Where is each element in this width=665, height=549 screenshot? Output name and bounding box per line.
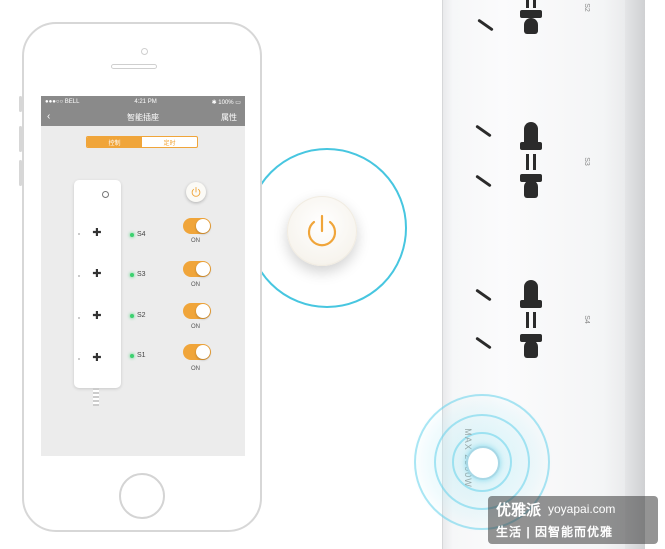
phone-volume-down: [19, 160, 22, 186]
master-power-button[interactable]: [186, 182, 206, 202]
socket-icon: ✚: [92, 227, 102, 239]
earpiece-speaker: [111, 64, 157, 69]
socket-toggle-s2[interactable]: [183, 303, 211, 319]
socket-label: S4: [130, 231, 146, 238]
socket-status: ON: [191, 324, 200, 330]
carrier-text: ●●●○○ BELL: [45, 99, 80, 105]
socket-status: ON: [191, 238, 200, 244]
watermark-slogan: 生活 | 因智能而优雅: [496, 525, 614, 539]
socket-icon: ✚: [92, 268, 102, 280]
power-button-zoom[interactable]: [287, 196, 357, 266]
socket-icon: ✚: [92, 310, 102, 322]
mode-segmented-control: 控制 定时: [86, 136, 198, 148]
socket-toggle-s3[interactable]: [183, 261, 211, 277]
power-icon: [307, 214, 337, 247]
led-icon: [130, 272, 134, 277]
socket-label: S1: [130, 352, 146, 359]
status-bar: ●●●○○ BELL 4:21 PM ✱ 100% ▭: [41, 96, 245, 108]
tab-timer[interactable]: 定时: [142, 137, 197, 147]
led-icon: [130, 353, 134, 358]
socket-label: S3: [130, 271, 146, 278]
watermark: 优雅派 yoyapai.com 生活 | 因智能而优雅: [488, 496, 658, 544]
socket-icon: ✚: [92, 352, 102, 364]
nav-bar: ‹ 智能插座 属性: [41, 108, 245, 126]
socket-status: ON: [191, 282, 200, 288]
strip-illustration: ✚ ✚ ✚ ✚: [74, 180, 121, 388]
phone-mute-switch: [19, 96, 22, 112]
watermark-brand: 优雅派: [496, 502, 542, 519]
socket-status: ON: [191, 366, 200, 372]
watermark-url: yoyapai.com: [548, 502, 616, 516]
phone-volume-up: [19, 126, 22, 152]
socket-toggle-s1[interactable]: [183, 344, 211, 360]
front-camera: [141, 48, 148, 55]
led-icon: [130, 313, 134, 318]
back-icon[interactable]: ‹: [47, 111, 50, 122]
strip-indicator-icon: [102, 191, 109, 198]
home-button[interactable]: [119, 473, 165, 519]
page-title: 智能插座: [127, 112, 159, 122]
properties-button[interactable]: 属性: [221, 112, 237, 123]
battery-text: ✱ 100% ▭: [211, 99, 241, 106]
power-icon: [191, 187, 201, 197]
tab-control[interactable]: 控制: [87, 137, 142, 147]
clock-text: 4:21 PM: [134, 99, 157, 105]
socket-label: S2: [130, 312, 146, 319]
strip-cable: [93, 388, 99, 406]
led-icon: [130, 232, 134, 237]
socket-toggle-s4[interactable]: [183, 218, 211, 234]
app-screen: ●●●○○ BELL 4:21 PM ✱ 100% ▭ ‹ 智能插座 属性 控制…: [41, 96, 245, 456]
